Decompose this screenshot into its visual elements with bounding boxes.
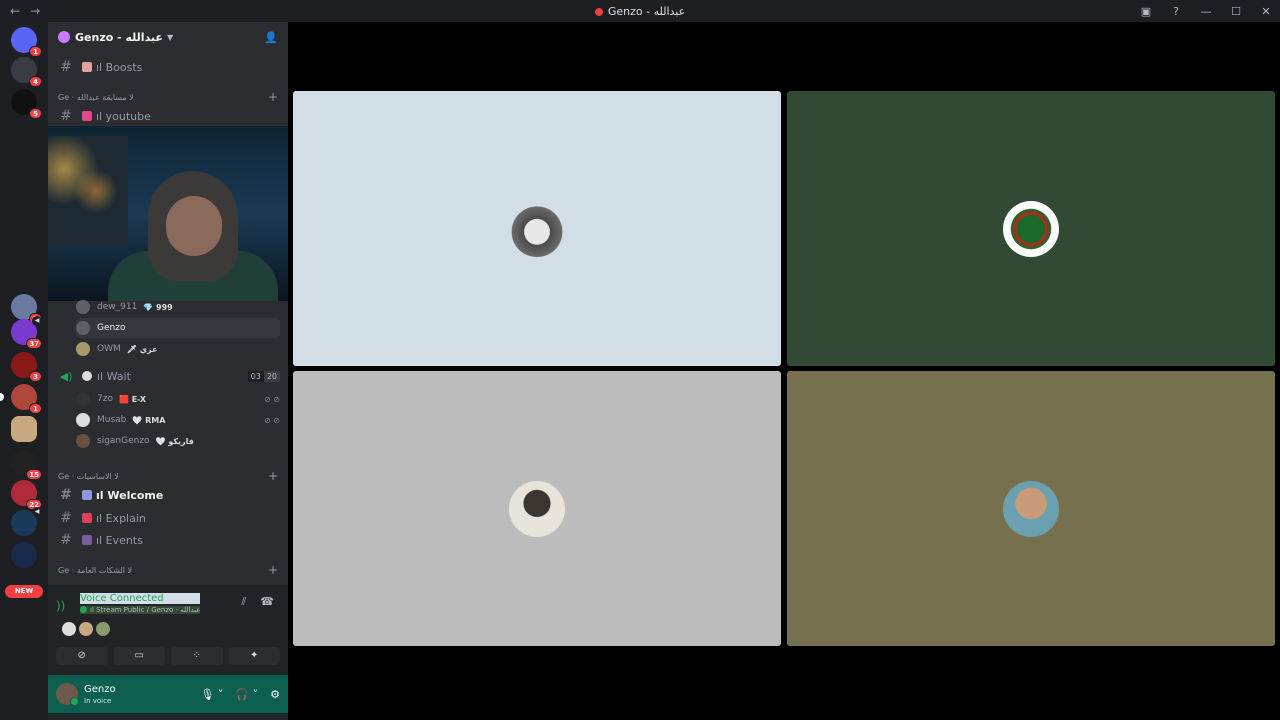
maximize-button[interactable]: ☐ [1230, 5, 1242, 18]
channel-events[interactable]: # ıl Events [56, 530, 280, 550]
user-avatar[interactable] [56, 683, 79, 706]
category-header[interactable]: Ge · ﻻ الشكات العامة + [58, 562, 278, 578]
category-header[interactable]: Ge · ﻻ مسابقة عبدالله + [58, 89, 278, 105]
server-icon[interactable]: 4 [11, 57, 42, 87]
voice-stage [288, 22, 1280, 720]
avatar [76, 413, 90, 427]
voice-participants [62, 622, 110, 636]
hash-icon: # [60, 108, 72, 124]
signal-icon: )) [56, 599, 66, 613]
server-icon[interactable]: 15 [11, 450, 42, 480]
channel-emoji-icon [82, 535, 92, 545]
avatar [76, 342, 90, 356]
voice-channel-wait[interactable]: ◀) ıl Wait 03 20 [56, 365, 280, 387]
participant-tile[interactable] [787, 371, 1275, 646]
headphones-icon[interactable]: 🎧 ˅ [235, 688, 258, 701]
hash-icon: # [60, 487, 72, 503]
channel-welcome[interactable]: # ıl Welcome [56, 485, 280, 505]
participant-avatar [1003, 480, 1059, 537]
avatar [76, 300, 90, 314]
guild-name: Genzo - عبدالله [75, 30, 163, 44]
server-icon[interactable]: 3 [11, 352, 42, 382]
channel-youtube[interactable]: # ıl youtube [56, 106, 280, 126]
camera-off-button[interactable]: ⊘ [56, 647, 108, 665]
home-button[interactable]: 1 [11, 27, 42, 57]
user-bar: Genzo In voice 🎙 ˅ 🎧 ˅ ⚙ [48, 675, 288, 713]
add-channel-icon[interactable]: + [268, 563, 278, 577]
category-header[interactable]: Ge · ﻻ الاساسيات + [58, 468, 278, 484]
voice-member[interactable]: siganGenzo 🤍 فاريكو [76, 431, 280, 451]
invite-icon[interactable]: 👤 [264, 31, 278, 44]
voice-member[interactable]: Musab 🤍 RMA ⊘ ⊘ [76, 410, 280, 430]
forward-arrow-icon[interactable]: → [30, 4, 40, 18]
window-title: Genzo - عبدالله [0, 5, 1280, 18]
avatar [76, 434, 90, 448]
channel-emoji-icon [82, 62, 92, 72]
speaker-icon: ◀ [32, 507, 42, 517]
participant-avatar [509, 200, 565, 257]
soundboard-button[interactable]: ✦ [228, 647, 280, 665]
user-limit-counter: 03 20 [247, 370, 280, 382]
voice-connected-status[interactable]: )) Voice Connected ıl Stream Public / Ge… [56, 593, 201, 614]
avatar [62, 622, 76, 636]
channel-emoji-icon [82, 371, 92, 381]
channel-sidebar: Genzo - عبدالله ▼ 👤 # ıl Boosts Ge · ﻻ مس… [48, 22, 288, 585]
avatar [76, 321, 90, 335]
voice-member[interactable]: Genzo [76, 318, 280, 338]
voice-member[interactable]: dew_911 💎 999 [76, 297, 280, 317]
server-icon[interactable]: 22 [11, 480, 42, 510]
channel-explain[interactable]: # ıl Explain [56, 508, 280, 528]
muted-deafened-icon: ⊘ ⊘ [264, 415, 280, 425]
avatar [96, 622, 110, 636]
channel-emoji-icon [82, 513, 92, 523]
disconnect-icon[interactable]: ☎ [260, 595, 274, 609]
channel-emoji-icon [82, 111, 92, 121]
webcam-overlay [48, 126, 288, 301]
muted-deafened-icon: ⊘ ⊘ [264, 394, 280, 404]
server-icon[interactable]: ◀ [11, 507, 42, 536]
activities-button[interactable]: ⁘ [171, 647, 223, 665]
participant-avatar [1003, 200, 1059, 257]
speaker-icon: ◀ [32, 316, 42, 326]
participant-tile[interactable] [787, 91, 1275, 366]
inbox-icon[interactable]: ▣ [1140, 5, 1152, 18]
channel-emoji-icon [82, 490, 92, 500]
server-icon[interactable]: ◀ 37 [11, 316, 42, 349]
add-channel-icon[interactable]: + [268, 469, 278, 483]
guild-header[interactable]: Genzo - عبدالله ▼ 👤 [48, 22, 288, 52]
help-icon[interactable]: ? [1170, 5, 1182, 18]
hash-icon: # [60, 532, 72, 548]
avatar [76, 392, 90, 406]
server-icon[interactable]: 5 [11, 89, 42, 119]
new-badge[interactable]: NEW [5, 585, 43, 598]
guild-icon [58, 31, 70, 43]
participant-avatar [509, 480, 565, 537]
screen-share-button[interactable]: ▭ [113, 647, 165, 665]
add-channel-icon[interactable]: + [268, 90, 278, 104]
participant-tile[interactable] [293, 371, 781, 646]
settings-gear-icon[interactable]: ⚙ [270, 688, 280, 701]
hash-icon: # [60, 510, 72, 526]
hash-icon: # [60, 59, 72, 75]
chevron-down-icon: ▼ [166, 32, 174, 42]
voice-panel: )) Voice Connected ıl Stream Public / Ge… [48, 585, 288, 720]
participant-tile[interactable] [293, 91, 781, 366]
noise-suppression-icon[interactable]: ⫽ [241, 595, 246, 609]
avatar [79, 622, 93, 636]
channel-boosts[interactable]: # ıl Boosts [56, 57, 280, 77]
title-bar: ← → Genzo - عبدالله ▣ ? — ☐ ✕ [0, 0, 1280, 22]
speaker-icon: ◀) [59, 369, 73, 383]
discord-dot-icon [594, 7, 603, 16]
voice-member[interactable]: 7zo 🟥 E-X ⊘ ⊘ [76, 389, 280, 409]
server-icon[interactable] [11, 416, 37, 442]
server-icon[interactable] [11, 542, 37, 568]
close-button[interactable]: ✕ [1260, 5, 1272, 18]
back-arrow-icon[interactable]: ← [10, 4, 20, 18]
voice-member[interactable]: OWM 🗡 عزي [76, 339, 280, 359]
server-rail: 1 4 5 2 ◀37 3 1 15 22 ◀ NEW [0, 22, 48, 720]
minimize-button[interactable]: — [1200, 5, 1212, 18]
microphone-icon[interactable]: 🎙 ˅ [200, 688, 223, 701]
server-icon-active[interactable]: 1 [0, 384, 42, 414]
